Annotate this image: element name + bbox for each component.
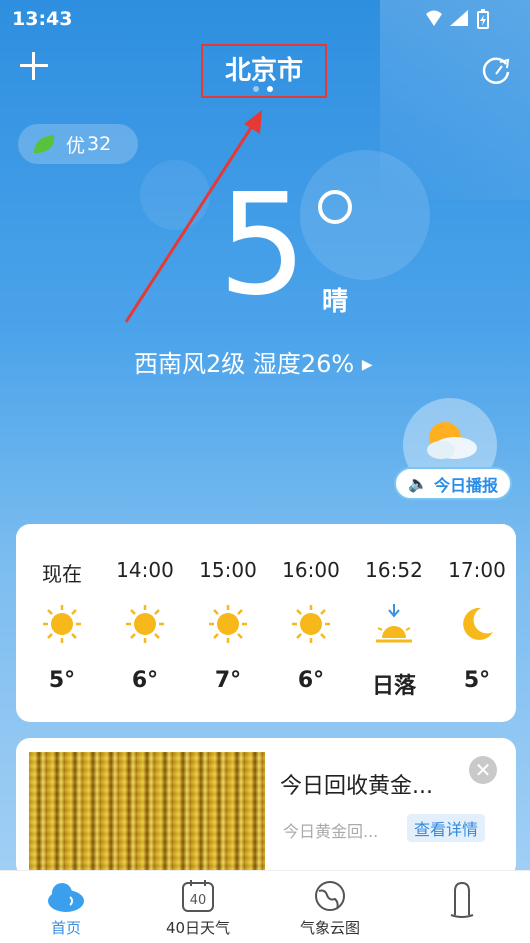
moon-icon [463,607,493,640]
leaf-icon [34,135,55,153]
hour-time: 16:00 [282,558,340,582]
hour-value: 5° [48,668,76,693]
aqi-value: 32 [87,133,112,155]
close-icon[interactable]: ✕ [469,756,497,784]
aqi-label: 优 [66,134,86,157]
profile-icon [450,881,474,918]
wind-humidity-text: 西南风2级 湿度26% [134,350,355,378]
gold-jewelry-image [29,752,265,878]
speaker-icon: 🔈 [408,474,428,493]
hour-time: 15:00 [199,558,257,582]
broadcast-label: 今日播报 [433,475,498,495]
degree-symbol [318,190,352,224]
bottom-tab-bar: 首页 40 40日天气 气象云图 [0,870,530,943]
ad-subtitle: 今日黄金回... [283,822,379,841]
hour-value: 6° [297,668,325,693]
status-time: 13:43 [12,8,73,30]
tab-home[interactable]: 首页 [0,871,132,943]
globe-icon [315,881,345,911]
light-ray [380,0,530,200]
wifi-icon [426,10,442,26]
tab-cloud-map[interactable]: 气象云图 [264,871,396,943]
page-indicator [253,86,273,92]
sunset-icon [376,604,412,643]
tab-label: 40日天气 [165,919,231,937]
ad-details-button[interactable]: 查看详情 [407,814,485,842]
tab-40-day[interactable]: 40 40日天气 [132,871,264,943]
tab-profile[interactable] [396,871,528,943]
hourly-forecast-card: 现在 5° 14:00 6° 15:00 7° 16:00 6° 16:52 日… [16,524,516,722]
hour-time: 17:00 [448,558,506,582]
aqi-badge[interactable]: 优 32 [18,124,138,164]
sun-icon [209,605,247,643]
refresh-icon[interactable] [480,54,512,86]
calendar-40-icon: 40 [182,880,214,912]
sun-icon [43,605,81,643]
status-icons [426,9,489,29]
hour-time: 16:52 [365,558,423,582]
current-temperature: 5 [218,164,308,327]
svg-text:40: 40 [190,893,207,908]
hour-time: 现在 [42,562,82,586]
weather-condition: 晴 [322,287,349,317]
signal-icon [450,10,468,26]
hour-value: 5° [463,668,491,693]
cloud-home-icon [48,883,84,912]
ad-card[interactable]: 今日回收黄金... 今日黄金回... 查看详情 ✕ [16,738,516,878]
hour-time: 14:00 [116,558,174,582]
tab-label: 气象云图 [299,919,360,937]
sun-icon [126,605,164,643]
hour-value: 日落 [371,674,416,699]
add-city-icon[interactable] [20,52,48,80]
sun-icon [292,605,330,643]
chevron-right-icon: ▶ [361,357,373,373]
city-name[interactable]: 北京市 [201,50,327,87]
wind-humidity[interactable]: 西南风2级 湿度26% ▶ [134,344,373,379]
broadcast-button[interactable]: 🔈 今日播报 [394,467,512,500]
hour-value: 7° [214,668,242,693]
tab-label: 首页 [50,919,81,937]
ad-title: 今日回收黄金... [280,774,433,799]
hour-value: 6° [131,668,159,693]
